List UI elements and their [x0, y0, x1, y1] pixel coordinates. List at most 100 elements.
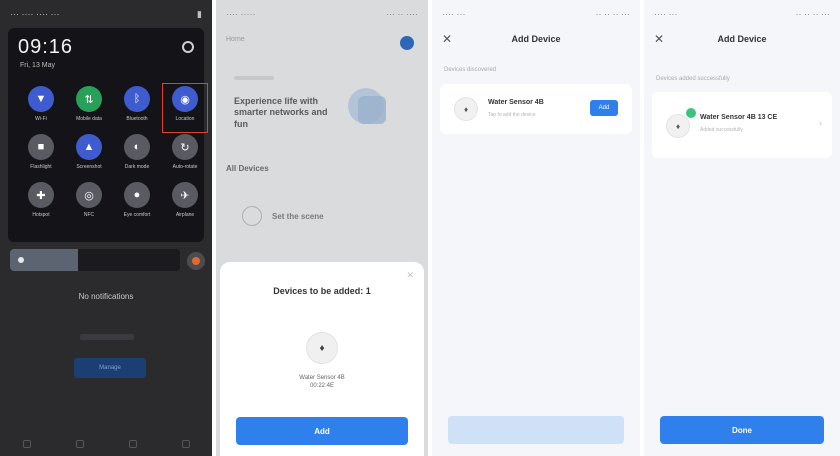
quick-tile-label: Dark mode: [124, 164, 150, 170]
add-devices-sheet: ✕ Devices to be added: 1 ♦ Water Sensor …: [220, 262, 424, 456]
water-sensor-icon: ♦: [454, 97, 478, 121]
bluetooth-icon: ᛒ: [124, 86, 150, 112]
water-sensor-icon: ♦: [306, 332, 338, 364]
status-left-text: ···· ···: [442, 9, 466, 19]
scene-item[interactable]: Set the scene: [242, 206, 324, 226]
quick-tile-airplane[interactable]: ✈ Airplane: [165, 182, 205, 226]
auto-brightness-icon: [192, 257, 200, 265]
nav-recent-icon[interactable]: [181, 440, 190, 448]
page-title: Add Device: [511, 34, 561, 44]
quick-tile-eye-comfort[interactable]: ● Eye comfort: [117, 182, 157, 226]
quick-tile-dark-mode[interactable]: ◐ Dark mode: [117, 134, 157, 178]
flashlight-icon: ■: [28, 134, 54, 160]
wifi-icon: ▼: [28, 86, 54, 112]
status-left-text: ···· ·····: [226, 9, 256, 19]
nav-menu-icon[interactable]: [22, 440, 31, 448]
quick-tile-label: Wi-Fi: [35, 116, 47, 122]
device-card[interactable]: ♦ Water Sensor 4B Tap to add the device …: [440, 84, 632, 134]
quick-tile-label: Flashlight: [30, 164, 52, 170]
brightness-sun-icon: [18, 257, 24, 263]
device-subtitle: Tap to add the device: [488, 112, 536, 118]
status-left-text: ··· ···· ···· ···: [10, 9, 60, 19]
quick-tile-label: Mobile data: [76, 116, 102, 122]
clock-date: Fri, 13 May: [20, 62, 56, 69]
done-button[interactable]: Done: [660, 416, 824, 444]
add-device-button[interactable]: Add: [590, 100, 618, 116]
device-name: Water Sensor 4B: [488, 99, 544, 106]
status-bar: ···· ··· ·· ·· ·· ···: [432, 0, 640, 28]
water-sensor-icon: ♦: [666, 114, 690, 138]
quick-tile-mobile-data[interactable]: ⇅ Mobile data: [69, 86, 109, 130]
quick-tile-location[interactable]: ◉ Location: [162, 83, 208, 133]
close-icon[interactable]: ✕: [406, 270, 414, 281]
add-button[interactable]: Add: [236, 417, 408, 445]
quick-tile-auto-rotate[interactable]: ↻ Auto-rotate: [165, 134, 205, 178]
dark-mode-icon: ◐: [124, 134, 150, 160]
quick-tile-label: Eye comfort: [123, 212, 151, 218]
battery-icon: ▮: [197, 9, 202, 19]
status-bar: ··· ···· ···· ··· ▮: [0, 0, 212, 28]
quick-tile-label: Screenshot: [76, 164, 102, 170]
status-left-text: ···· ···: [654, 9, 678, 19]
hotspot-icon: ✚: [28, 182, 54, 208]
page-title: Add Device: [717, 34, 767, 44]
nav-back-icon[interactable]: [128, 440, 137, 448]
add-icon[interactable]: [400, 36, 414, 50]
settings-gear-icon[interactable]: [182, 41, 194, 53]
sheet-device-name: Water Sensor 4B 00:22:4E: [220, 374, 424, 391]
clock-time: 09:16: [18, 36, 74, 58]
status-bar: ···· ··· ·· ·· ·· ···: [644, 0, 840, 28]
brightness-slider[interactable]: [10, 249, 180, 271]
quick-tile-flashlight[interactable]: ■ Flashlight: [21, 134, 61, 178]
quick-tile-wifi[interactable]: ▼ Wi-Fi: [21, 86, 61, 130]
quick-tile-label: Auto-rotate: [172, 164, 198, 170]
success-check-icon: [686, 108, 696, 118]
quick-tile-screenshot[interactable]: ▲ Screenshot: [69, 134, 109, 178]
add-device-success-screen: ···· ··· ·· ·· ·· ··· ✕ Add Device Devic…: [644, 0, 840, 456]
device-subtitle: Added successfully: [700, 127, 743, 133]
banner-subline: [234, 76, 274, 80]
status-right-text: ·· ·· ·· ···: [595, 9, 630, 19]
quick-tile-bluetooth[interactable]: ᛒ Bluetooth: [117, 86, 157, 130]
chevron-right-icon: ›: [819, 118, 822, 128]
section-label: Devices discovered: [444, 67, 497, 73]
quick-tile-label: Airplane: [175, 212, 195, 218]
quick-tile-label: Hotspot: [32, 212, 50, 218]
all-devices-title: All Devices: [226, 164, 269, 173]
nav-home-icon[interactable]: [75, 440, 84, 448]
nfc-icon: ◎: [76, 182, 102, 208]
quick-settings-screen: ··· ···· ···· ··· ▮ 09:16 Fri, 13 May ▼ W…: [0, 0, 212, 456]
sheet-title: Devices to be added: 1: [273, 286, 371, 296]
home-label: Home: [226, 36, 245, 43]
status-bar: ···· ····· ··· ·· ····: [216, 0, 428, 28]
add-device-screen: ···· ··· ·· ·· ·· ··· ✕ Add Device Devic…: [432, 0, 640, 456]
manage-button[interactable]: Manage: [74, 358, 146, 378]
banner-illustration-device: [358, 96, 386, 124]
header: ✕ Add Device: [432, 28, 640, 52]
header: ✕ Add Device: [644, 28, 840, 52]
auto-rotate-icon: ↻: [172, 134, 198, 160]
quick-tile-nfc[interactable]: ◎ NFC: [69, 182, 109, 226]
scene-label: Set the scene: [272, 211, 324, 221]
promo-banner-text[interactable]: Experience life with smarter networks an…: [234, 96, 334, 130]
auto-brightness-button[interactable]: [187, 252, 205, 270]
screenshot-icon: ▲: [76, 134, 102, 160]
home-screen-with-sheet: ···· ····· ··· ·· ···· Home Experience l…: [216, 0, 428, 456]
faint-placeholder-line: [80, 334, 134, 340]
sheet-device-line2: 00:22:4E: [309, 383, 335, 390]
quick-tile-label: Location: [175, 116, 195, 122]
device-name: Water Sensor 4B 13 CE: [700, 114, 778, 121]
airplane-icon: ✈: [172, 182, 198, 208]
section-label: Devices added successfully: [656, 76, 730, 82]
quick-tile-hotspot[interactable]: ✚ Hotspot: [21, 182, 61, 226]
mobile-data-icon: ⇅: [76, 86, 102, 112]
device-card[interactable]: ♦ Water Sensor 4B 13 CE Added successful…: [652, 92, 832, 158]
quick-tile-label: NFC: [83, 212, 95, 218]
navigation-bar: [0, 432, 212, 456]
sheet-device-line1: Water Sensor 4B: [299, 375, 345, 381]
location-icon: ◉: [172, 86, 198, 112]
status-right-text: ··· ·· ····: [386, 9, 418, 19]
scene-icon: [242, 206, 262, 226]
done-button-disabled[interactable]: [448, 416, 624, 444]
quick-settings-panel: 09:16 Fri, 13 May ▼ Wi-Fi ⇅ Mobile data ᛒ Blu…: [8, 28, 208, 242]
